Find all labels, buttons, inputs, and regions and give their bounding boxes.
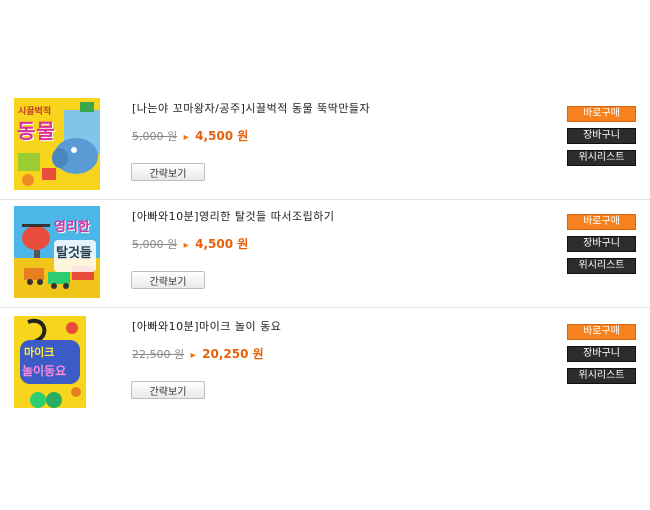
price-info: 5,000 원 ▸ 4,500 원 bbox=[132, 235, 248, 252]
add-to-cart-button[interactable]: 장바구니 bbox=[567, 236, 636, 252]
buy-now-button[interactable]: 바로구매 bbox=[567, 324, 636, 340]
quick-view-button[interactable]: 간략보기 bbox=[131, 163, 205, 181]
sale-price: 4,500 원 bbox=[195, 129, 249, 143]
thumb-caption-top: 마이크 bbox=[24, 346, 55, 359]
price-arrow-icon: ▸ bbox=[183, 240, 189, 251]
product-thumbnail[interactable]: 시끌벅적 동물 bbox=[14, 98, 100, 190]
product-thumbnail[interactable]: 영리한 탈것들 bbox=[14, 206, 100, 298]
wishlist-button[interactable]: 위시리스트 bbox=[567, 150, 636, 166]
buy-now-button[interactable]: 바로구매 bbox=[567, 214, 636, 230]
product-thumbnail[interactable]: 마이크 놀이동요 bbox=[14, 316, 86, 408]
add-to-cart-button[interactable]: 장바구니 bbox=[567, 346, 636, 362]
quick-view-button[interactable]: 간략보기 bbox=[131, 381, 205, 399]
thumb-caption-main: 놀이동요 bbox=[22, 364, 67, 378]
thumb-caption-main: 탈것들 bbox=[56, 246, 92, 261]
sale-price: 20,250 원 bbox=[202, 347, 264, 361]
product-row: 영리한 탈것들 [아빠와10분]영리한 탈것들 따서조립하기 5,000 원 ▸… bbox=[0, 200, 650, 308]
product-row: 시끌벅적 동물 [나는야 꼬마왕자/공주]시끌벅적 동물 뚝딱만들자 5,000… bbox=[0, 92, 650, 200]
thumb-caption-top: 영리한 bbox=[54, 220, 90, 235]
product-title[interactable]: [나는야 꼬마왕자/공주]시끌벅적 동물 뚝딱만들자 bbox=[132, 100, 370, 116]
sale-price: 4,500 원 bbox=[195, 237, 249, 251]
wishlist-button[interactable]: 위시리스트 bbox=[567, 258, 636, 274]
wishlist-button[interactable]: 위시리스트 bbox=[567, 368, 636, 384]
original-price: 22,500 원 bbox=[132, 348, 185, 361]
product-row: 마이크 놀이동요 [아빠와10분]마이크 놀이 동요 22,500 원 ▸ 20… bbox=[0, 310, 650, 418]
price-info: 22,500 원 ▸ 20,250 원 bbox=[132, 345, 264, 362]
price-info: 5,000 원 ▸ 4,500 원 bbox=[132, 127, 248, 144]
buy-now-button[interactable]: 바로구매 bbox=[567, 106, 636, 122]
price-arrow-icon: ▸ bbox=[190, 350, 196, 361]
add-to-cart-button[interactable]: 장바구니 bbox=[567, 128, 636, 144]
original-price: 5,000 원 bbox=[132, 238, 178, 251]
product-title[interactable]: [아빠와10분]마이크 놀이 동요 bbox=[132, 318, 281, 334]
quick-view-button[interactable]: 간략보기 bbox=[131, 271, 205, 289]
price-arrow-icon: ▸ bbox=[183, 132, 189, 143]
original-price: 5,000 원 bbox=[132, 130, 178, 143]
thumb-caption-main: 동물 bbox=[17, 119, 56, 143]
product-title[interactable]: [아빠와10분]영리한 탈것들 따서조립하기 bbox=[132, 208, 335, 224]
